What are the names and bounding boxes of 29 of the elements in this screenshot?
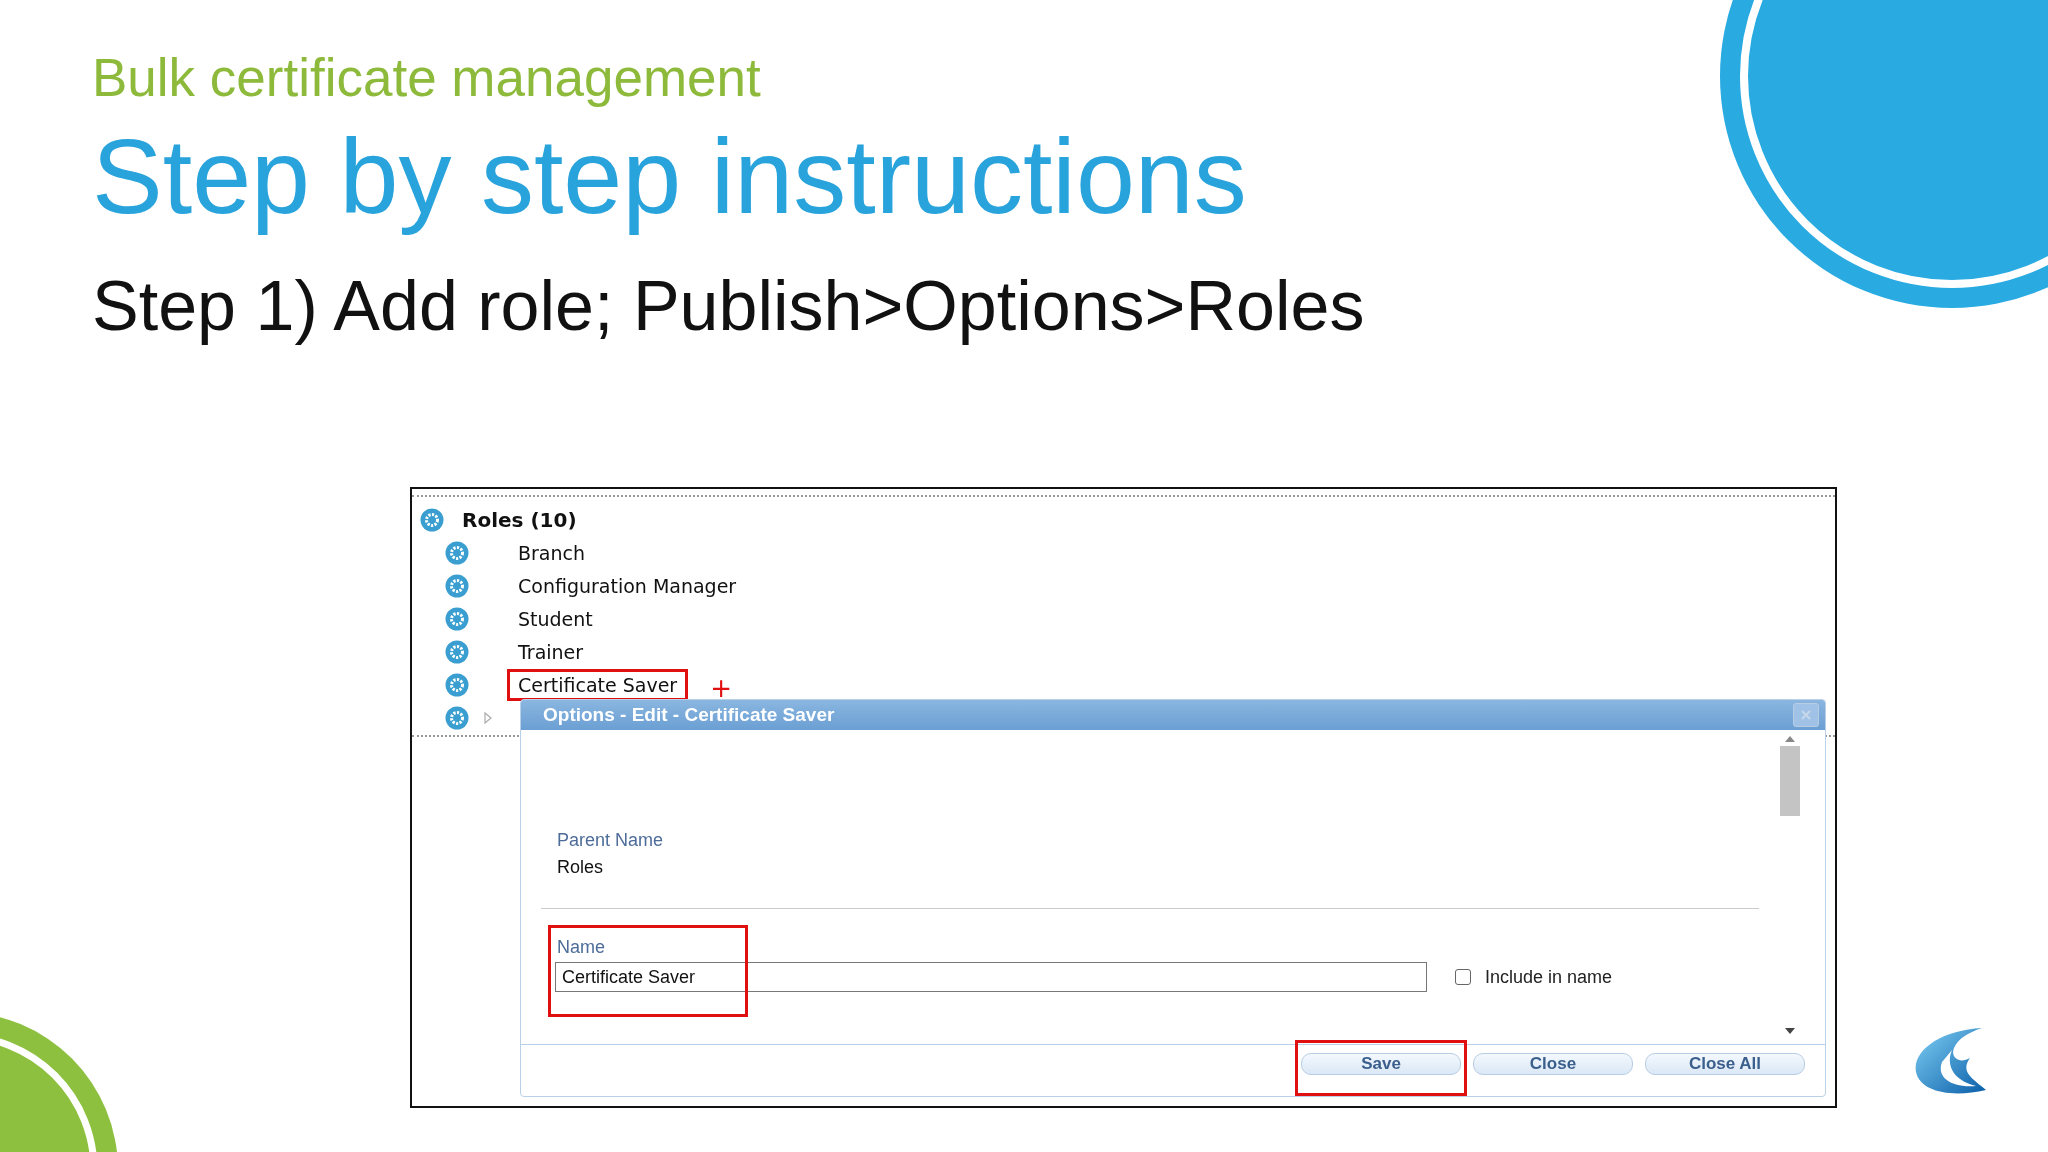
field-label: Name <box>556 937 606 958</box>
tree-item[interactable]: Trainer <box>507 635 595 668</box>
slide-subtitle: Bulk certificate management <box>92 48 762 108</box>
close-button[interactable] <box>1793 703 1819 727</box>
gear-icon <box>445 540 469 565</box>
gear-icon <box>445 672 469 697</box>
dialog-title: Options - Edit - Certificate Saver <box>543 704 835 726</box>
field-value: Roles <box>556 857 605 878</box>
close-icon <box>1801 710 1811 720</box>
gear-icon <box>445 705 469 730</box>
tree-item[interactable]: Student <box>507 602 604 635</box>
gear-icon <box>445 573 469 598</box>
dialog-button[interactable]: Save <box>1301 1053 1461 1075</box>
expand-arrow-icon[interactable] <box>483 711 493 724</box>
slide-title: Step by step instructions <box>92 116 1248 236</box>
step-text: Step 1) Add role; Publish>Options>Roles <box>92 266 1366 347</box>
tree-item[interactable]: Configuration Manager <box>507 569 748 602</box>
gear-icon <box>445 606 469 631</box>
add-mark: + <box>710 672 732 703</box>
tree-root-label[interactable]: Roles (10) <box>462 507 577 532</box>
tree-item[interactable]: Branch <box>507 536 597 569</box>
gear-icon <box>420 507 444 532</box>
dialog-button[interactable]: Close All <box>1645 1053 1805 1075</box>
gear-icon <box>445 639 469 664</box>
checkbox-label: Include in name <box>1485 966 1613 988</box>
dialog-button[interactable]: Close <box>1473 1053 1633 1075</box>
field-label: Parent Name <box>556 830 665 851</box>
checkbox[interactable] <box>1455 969 1471 985</box>
name-input-field[interactable]: Certificate Saver <box>555 962 1427 992</box>
